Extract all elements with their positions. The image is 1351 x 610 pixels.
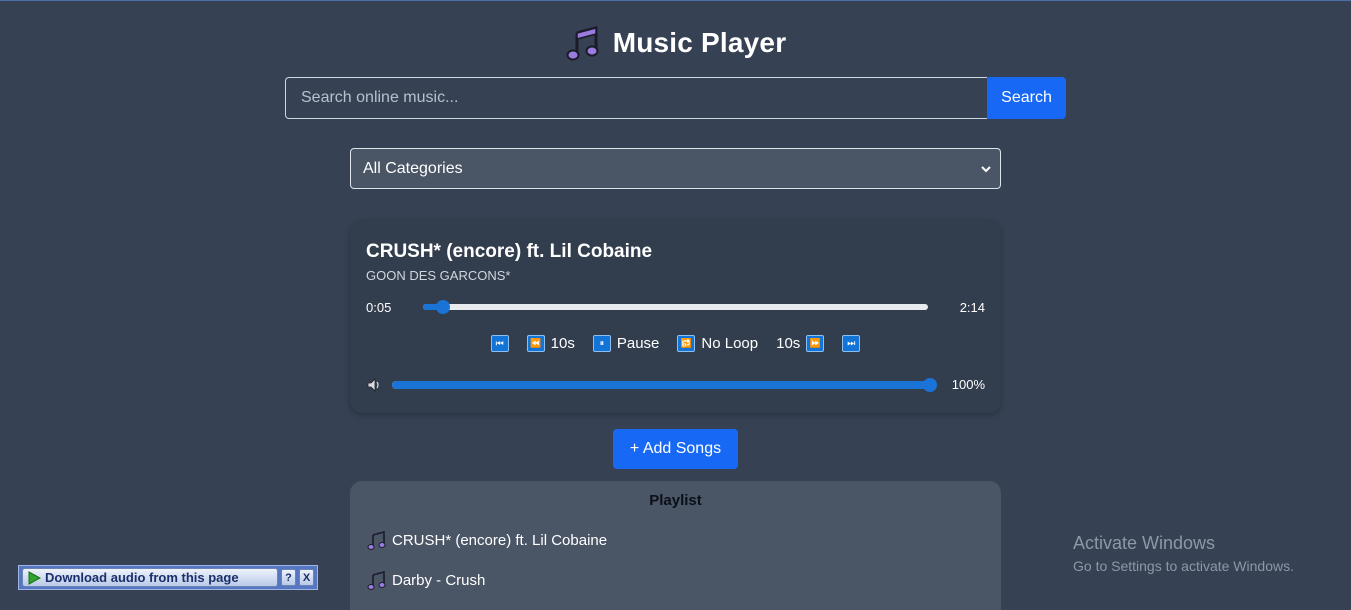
category-selected-value: All Categories bbox=[363, 159, 463, 177]
volume-fill bbox=[392, 381, 930, 389]
pause-label: Pause bbox=[616, 335, 660, 352]
progress-thumb[interactable] bbox=[436, 300, 451, 314]
previous-track-button[interactable]: ⏮ bbox=[490, 335, 509, 352]
playback-controls: ⏮ ⏪ 10s ⏸ Pause 🔂 No Loop 10s ⏩ ⏭ bbox=[350, 335, 1001, 352]
loop-label: No Loop bbox=[701, 335, 759, 352]
watermark-title: Activate Windows bbox=[1073, 533, 1216, 553]
volume-thumb[interactable] bbox=[923, 378, 937, 392]
track-artist: GOON DES GARCONS* bbox=[366, 268, 511, 283]
fast-forward-icon: ⏩ bbox=[806, 335, 825, 352]
rewind-button[interactable]: ⏪ 10s bbox=[526, 335, 575, 352]
download-audio-bar: Download audio from this page ? X bbox=[18, 565, 318, 590]
progress-slider[interactable] bbox=[423, 300, 928, 314]
playlist-item-label: Darby - Crush bbox=[392, 572, 486, 589]
playlist-item[interactable]: Darby - Crush bbox=[367, 571, 485, 590]
volume-percent: 100% bbox=[951, 377, 985, 392]
loop-icon: 🔂 bbox=[677, 335, 696, 352]
watermark-subtitle: Go to Settings to activate Windows. bbox=[1073, 558, 1294, 574]
playlist-item-label: CRUSH* (encore) ft. Lil Cobaine bbox=[392, 532, 608, 549]
search-input[interactable] bbox=[285, 77, 987, 119]
playlist-heading: Playlist bbox=[649, 492, 702, 509]
close-button[interactable]: X bbox=[299, 569, 314, 586]
forward-label: 10s bbox=[776, 335, 801, 352]
forward-button[interactable]: 10s ⏩ bbox=[776, 335, 825, 352]
skip-previous-icon: ⏮ bbox=[490, 335, 509, 352]
next-track-button[interactable]: ⏭ bbox=[842, 335, 861, 352]
app-header: Music Player bbox=[0, 25, 1351, 61]
skip-next-icon: ⏭ bbox=[842, 335, 861, 352]
total-time: 2:14 bbox=[959, 300, 985, 315]
player-card: CRUSH* (encore) ft. Lil Cobaine GOON DES… bbox=[350, 220, 1001, 413]
download-audio-button[interactable]: Download audio from this page bbox=[22, 568, 278, 587]
search-button[interactable]: Search bbox=[987, 77, 1066, 119]
music-note-icon bbox=[367, 531, 386, 550]
chevron-down-icon bbox=[981, 165, 991, 172]
pause-button[interactable]: ⏸ Pause bbox=[592, 335, 660, 352]
search-bar: Search bbox=[285, 77, 1066, 119]
help-button[interactable]: ? bbox=[281, 569, 296, 586]
rewind-label: 10s bbox=[550, 335, 575, 352]
playlist-panel: Playlist CRUSH* (encore) ft. Lil Cobaine… bbox=[350, 481, 1001, 610]
track-title: CRUSH* (encore) ft. Lil Cobaine bbox=[366, 241, 653, 262]
rewind-icon: ⏪ bbox=[526, 335, 545, 352]
loop-button[interactable]: 🔂 No Loop bbox=[677, 335, 758, 352]
category-select[interactable]: All Categories bbox=[350, 148, 1001, 189]
playlist-item[interactable]: CRUSH* (encore) ft. Lil Cobaine bbox=[367, 531, 607, 550]
current-time: 0:05 bbox=[366, 300, 392, 315]
download-audio-label: Download audio from this page bbox=[45, 570, 239, 585]
speaker-icon[interactable] bbox=[366, 377, 382, 393]
windows-activation-watermark: Activate Windows Go to Settings to activ… bbox=[1073, 533, 1294, 574]
music-note-icon bbox=[367, 571, 386, 590]
play-icon bbox=[28, 570, 41, 585]
pause-icon: ⏸ bbox=[592, 335, 611, 352]
add-songs-button[interactable]: + Add Songs bbox=[613, 429, 738, 469]
volume-slider[interactable] bbox=[392, 378, 937, 392]
music-note-icon bbox=[566, 26, 599, 61]
page-title: Music Player bbox=[612, 27, 787, 58]
